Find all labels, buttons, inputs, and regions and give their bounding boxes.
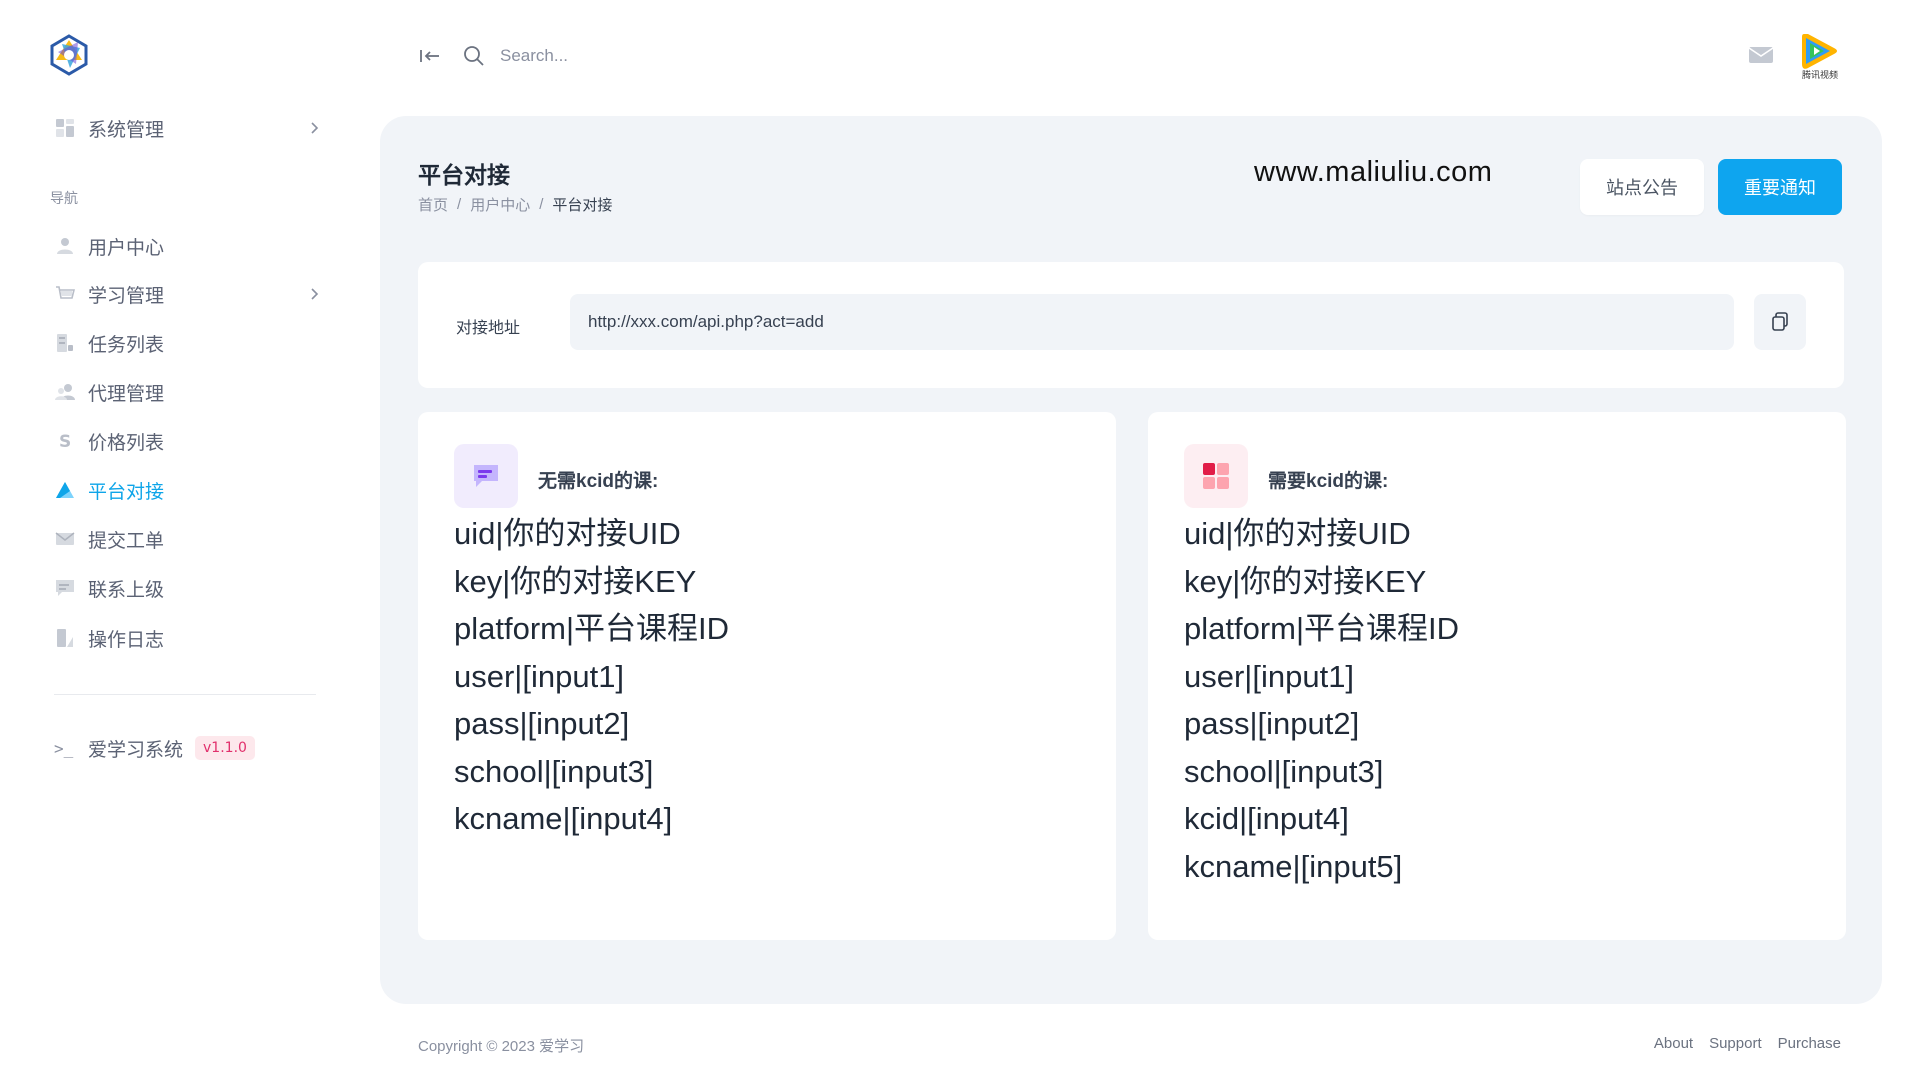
footer-link-about[interactable]: About: [1654, 1035, 1693, 1052]
chevron-right-icon: [311, 288, 319, 300]
param-item: uid|你的对接UID: [454, 516, 681, 551]
params-with-kcid-card: 需要kcid的课: uid|你的对接UID key|你的对接KEY platfo…: [1148, 412, 1846, 940]
app-logo-icon[interactable]: [48, 34, 90, 76]
param-item: kcid|[input4]: [1184, 801, 1349, 836]
collapse-sidebar-icon[interactable]: [418, 44, 442, 68]
endpoint-label: 对接地址: [456, 320, 521, 337]
sidebar-item-ticket[interactable]: 提交工单: [50, 519, 325, 559]
sidebar-item-label: 平台对接: [88, 481, 165, 503]
grid-icon: [1184, 444, 1248, 508]
param-item: pass|[input2]: [1184, 706, 1360, 741]
breadcrumb-separator: /: [457, 196, 462, 213]
sidebar-item-user-center[interactable]: 用户中心: [50, 226, 325, 266]
param-item: pass|[input2]: [454, 706, 630, 741]
triangle-icon: [54, 479, 76, 501]
footer-link-purchase[interactable]: Purchase: [1778, 1035, 1841, 1052]
param-item: platform|平台课程ID: [454, 611, 730, 646]
mail-icon: [54, 528, 76, 550]
site-url-text: www.maliuliu.com: [1254, 156, 1493, 188]
param-item: school|[input3]: [454, 753, 654, 789]
sidebar-item-logs[interactable]: 操作日志: [50, 618, 325, 658]
endpoint-url-field[interactable]: [570, 294, 1734, 350]
avatar-caption: 腾讯视频: [1802, 69, 1838, 80]
sidebar-item-label: 价格列表: [88, 432, 165, 454]
version-badge: v1.1.0: [195, 736, 255, 760]
page-title: 平台对接: [418, 162, 510, 188]
sidebar-item-contact[interactable]: 联系上级: [50, 568, 325, 608]
copy-button[interactable]: [1754, 294, 1806, 350]
param-list: uid|你的对接UID key|你的对接KEY platform|平台课程ID …: [1184, 510, 1459, 890]
sidebar-item-prices[interactable]: S 价格列表: [50, 421, 325, 461]
log-icon: [54, 627, 76, 649]
sidebar-divider: [54, 694, 316, 695]
param-item: uid|你的对接UID: [1184, 516, 1411, 551]
sidebar-item-label: 任务列表: [88, 334, 165, 356]
sidebar-item-label: 操作日志: [88, 629, 165, 651]
param-item: platform|平台课程ID: [1184, 611, 1460, 646]
search-icon: [464, 46, 484, 66]
sidebar-item-label: 学习管理: [88, 285, 165, 307]
site-announcement-button[interactable]: 站点公告: [1580, 159, 1704, 215]
chevron-right-icon: [311, 122, 319, 134]
nav-section-heading: 导航: [50, 190, 78, 206]
sidebar: 系统管理 导航 用户中心 学习管理 任务列表 代理管理 S 价格列表 平台对接 …: [0, 0, 360, 1074]
user-icon: [54, 235, 76, 257]
param-list: uid|你的对接UID key|你的对接KEY platform|平台课程ID …: [454, 510, 729, 843]
terminal-icon: >_: [54, 738, 74, 758]
sidebar-item-label: 提交工单: [88, 530, 165, 552]
important-notice-button[interactable]: 重要通知: [1718, 159, 1842, 215]
param-item: user|[input1]: [454, 658, 625, 694]
main-panel: 平台对接 首页 / 用户中心 / 平台对接 www.maliuliu.com 站…: [380, 116, 1882, 1004]
sidebar-item-tasks[interactable]: 任务列表: [50, 323, 325, 363]
users-icon: [54, 381, 76, 403]
breadcrumb-separator: /: [539, 196, 544, 213]
footer-link-support[interactable]: Support: [1709, 1035, 1762, 1052]
param-item: key|你的对接KEY: [1184, 563, 1427, 599]
mail-icon[interactable]: [1748, 44, 1774, 66]
sidebar-item-study[interactable]: 学习管理: [50, 274, 325, 314]
breadcrumb-user-center[interactable]: 用户中心: [470, 194, 530, 215]
param-item: user|[input1]: [1184, 658, 1355, 694]
tencent-video-logo-icon: 腾讯视频: [1802, 34, 1838, 81]
message-icon: [454, 444, 518, 508]
chat-icon: [54, 577, 76, 599]
app-name: 爱学习系统: [88, 739, 184, 761]
dollar-icon: S: [54, 430, 76, 452]
params-without-kcid-card: 无需kcid的课: uid|你的对接UID key|你的对接KEY platfo…: [418, 412, 1116, 940]
copy-icon: [1772, 312, 1788, 331]
footer-links: About Support Purchase: [1654, 1035, 1841, 1052]
app-version-row: >_ 爱学习系统 v1.1.0: [50, 728, 255, 768]
grid-icon: [54, 117, 76, 139]
sidebar-item-label: 用户中心: [88, 237, 165, 259]
card-title: 需要kcid的课:: [1268, 471, 1389, 492]
sidebar-item-platform[interactable]: 平台对接: [50, 470, 325, 510]
breadcrumb-home[interactable]: 首页: [418, 194, 448, 215]
breadcrumb: 首页 / 用户中心 / 平台对接: [418, 194, 612, 215]
endpoint-card: 对接地址: [418, 262, 1844, 388]
sidebar-item-label: 代理管理: [88, 383, 165, 405]
sidebar-item-label: 联系上级: [88, 579, 165, 601]
param-item: kcname|[input4]: [454, 801, 673, 836]
search-input[interactable]: [500, 40, 800, 72]
sidebar-item-label: 系统管理: [88, 119, 165, 141]
sidebar-item-agents[interactable]: 代理管理: [50, 372, 325, 412]
param-item: kcname|[input5]: [1184, 848, 1403, 884]
sidebar-item-system[interactable]: 系统管理: [50, 108, 325, 148]
breadcrumb-current: 平台对接: [552, 197, 613, 214]
svg-text:S: S: [59, 432, 71, 451]
param-item: school|[input3]: [1184, 753, 1384, 789]
copyright-text: Copyright © 2023 爱学习: [418, 1038, 585, 1055]
avatar[interactable]: 腾讯视频: [1796, 30, 1844, 81]
card-title: 无需kcid的课:: [538, 471, 659, 492]
param-item: key|你的对接KEY: [454, 563, 697, 599]
task-list-icon: [54, 332, 76, 354]
cart-icon: [54, 283, 76, 305]
